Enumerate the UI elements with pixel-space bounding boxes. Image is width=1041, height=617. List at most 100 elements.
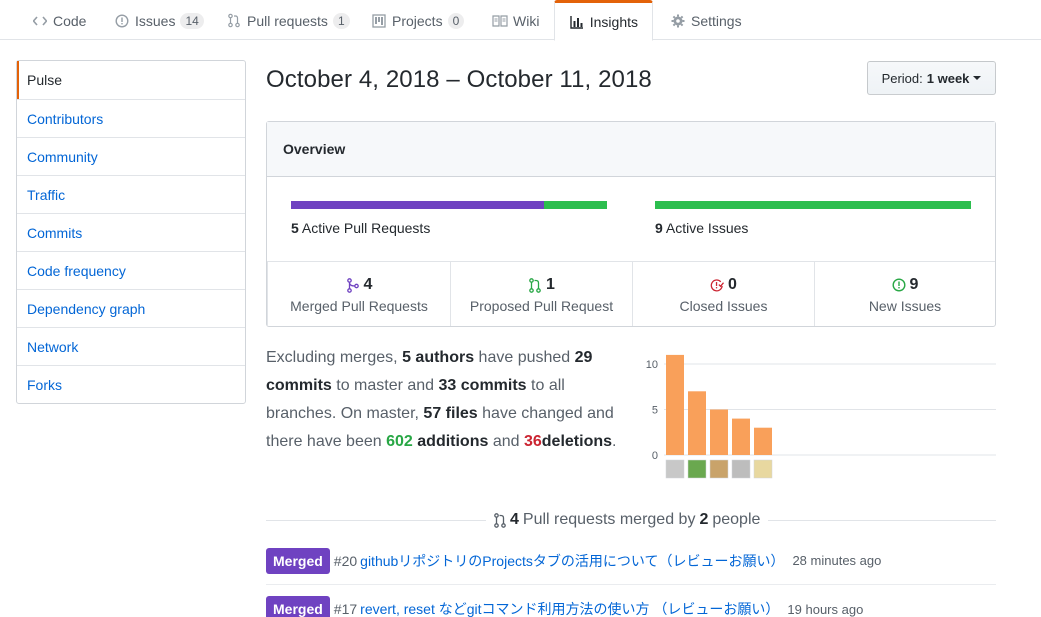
active-pull-requests-count: 5 xyxy=(291,220,299,236)
tab-label: Settings xyxy=(691,12,742,29)
merged-icon xyxy=(494,512,506,528)
merged-badge: Merged xyxy=(266,596,330,617)
closed-issues-stat[interactable]: 0 Closed Issues xyxy=(632,262,814,326)
graph-icon xyxy=(569,14,585,30)
all-commits-count: 33 commits xyxy=(438,377,527,394)
active-issues-count: 9 xyxy=(655,220,663,236)
pr-title-link[interactable]: githubリポジトリのProjectsタブの活用について（レビューお願い） xyxy=(360,551,784,571)
stat-value: 1 xyxy=(546,276,555,293)
deletions-count: 36 xyxy=(523,433,542,450)
chart-bar[interactable] xyxy=(688,391,706,455)
authors-count: 5 authors xyxy=(402,349,475,366)
new-issues-stat[interactable]: 9 New Issues xyxy=(814,262,995,326)
merged-pull-requests-heading: 4 Pull requests merged by 2 people xyxy=(486,511,769,529)
additions-count: 602 xyxy=(386,433,413,450)
pr-timestamp: 19 hours ago xyxy=(787,601,864,617)
projects-counter: 0 xyxy=(447,12,465,29)
tab-label: Projects xyxy=(392,12,443,29)
page-title: October 4, 2018 – October 11, 2018 xyxy=(266,66,652,93)
tab-code[interactable]: Code xyxy=(18,0,100,41)
pull-request-icon xyxy=(528,277,542,293)
chart-bar[interactable] xyxy=(754,427,772,455)
active-pull-requests-label: Active Pull Requests xyxy=(301,220,431,236)
issues-progress-bar[interactable] xyxy=(655,201,971,209)
pr-timestamp: 28 minutes ago xyxy=(792,553,882,568)
stat-value: 0 xyxy=(728,276,737,293)
tab-label: Code xyxy=(53,12,87,29)
code-icon xyxy=(32,13,48,29)
deletions-word: deletions xyxy=(541,433,613,450)
summary-text: have pushed xyxy=(478,349,571,366)
tab-projects[interactable]: Projects 0 xyxy=(357,0,478,41)
issue-icon xyxy=(114,13,130,29)
y-tick-label: 10 xyxy=(646,359,658,371)
active-issues-link[interactable]: 9 Active Issues xyxy=(655,220,748,236)
project-icon xyxy=(371,13,387,29)
sidebar-item-community[interactable]: Community xyxy=(17,137,245,175)
summary-text: . xyxy=(612,433,617,450)
issues-counter: 14 xyxy=(180,12,204,29)
sidebar-item-forks[interactable]: Forks xyxy=(17,365,245,403)
sidebar-item-code-frequency[interactable]: Code frequency xyxy=(17,251,245,289)
tab-settings[interactable]: Settings xyxy=(656,0,756,41)
avatar[interactable] xyxy=(687,459,707,479)
overview-bars: 5 Active Pull Requests 9 Active Issues xyxy=(267,177,995,262)
tab-pull-requests[interactable]: Pull requests 1 xyxy=(212,0,364,41)
caret-down-icon xyxy=(973,76,982,80)
merged-badge: Merged xyxy=(266,547,330,574)
merged-count: 4 xyxy=(510,511,519,528)
stat-label: Proposed Pull Request xyxy=(469,298,614,314)
pull-requests-progress-bar[interactable] xyxy=(291,201,607,209)
tab-insights[interactable]: Insights xyxy=(554,0,653,41)
tab-label: Insights xyxy=(589,13,638,30)
sidebar-item-network[interactable]: Network xyxy=(17,327,245,365)
active-issues-label: Active Issues xyxy=(665,220,749,236)
period-label: Period: xyxy=(881,70,923,86)
overview-title: Overview xyxy=(267,122,995,177)
list-item: Merged #20 githubリポジトリのProjectsタブの活用について… xyxy=(266,537,996,585)
stat-label: Closed Issues xyxy=(679,298,768,314)
tab-issues[interactable]: Issues 14 xyxy=(100,0,218,41)
tab-label: Pull requests xyxy=(247,12,328,29)
pull-requests-counter: 1 xyxy=(332,12,350,29)
merged-pull-requests-stat[interactable]: 4 Merged Pull Requests xyxy=(267,262,450,326)
proposed-pull-request-stat[interactable]: 1 Proposed Pull Request xyxy=(450,262,632,326)
sidebar-item-pulse[interactable]: Pulse xyxy=(17,61,245,99)
chart-bar[interactable] xyxy=(710,409,728,456)
book-icon xyxy=(492,13,508,29)
files-changed-count: 57 files xyxy=(423,405,478,422)
merged-segment xyxy=(291,201,544,209)
stat-value: 4 xyxy=(363,276,373,293)
merged-icon xyxy=(346,277,360,293)
summary-text: to master and xyxy=(336,377,435,394)
insights-sidebar: Pulse Contributors Community Traffic Com… xyxy=(16,60,246,404)
sidebar-item-traffic[interactable]: Traffic xyxy=(17,175,245,213)
sidebar-item-contributors[interactable]: Contributors xyxy=(17,99,245,137)
pr-title-link[interactable]: revert, reset などgitコマンド利用方法の使い方 （レビューお願い… xyxy=(360,599,779,617)
avatar[interactable] xyxy=(753,459,773,479)
sidebar-item-commits[interactable]: Commits xyxy=(17,213,245,251)
commits-by-author-chart: 10 5 0 xyxy=(646,354,996,479)
issue-opened-icon xyxy=(892,277,906,293)
merged-heading-text: Pull requests merged by xyxy=(522,511,696,528)
open-segment xyxy=(544,201,607,209)
sidebar-item-dependency-graph[interactable]: Dependency graph xyxy=(17,289,245,327)
chart-bar[interactable] xyxy=(666,354,684,455)
summary-text: and xyxy=(492,433,520,450)
avatar[interactable] xyxy=(709,459,729,479)
stat-value: 9 xyxy=(909,276,919,293)
y-tick-label: 5 xyxy=(652,405,658,417)
period-value: 1 week xyxy=(926,70,970,86)
pr-number: #17 xyxy=(333,601,358,617)
chart-bar[interactable] xyxy=(732,418,750,455)
period-dropdown-button[interactable]: Period: 1 week xyxy=(867,61,996,95)
avatar[interactable] xyxy=(665,459,685,479)
tab-wiki[interactable]: Wiki xyxy=(478,0,553,41)
avatar[interactable] xyxy=(731,459,751,479)
pull-request-icon xyxy=(226,13,242,29)
overview-box: Overview 5 Active Pull Requests 9 Active… xyxy=(266,121,996,327)
stat-label: New Issues xyxy=(868,298,942,314)
stat-label: Merged Pull Requests xyxy=(290,298,428,314)
tab-label: Issues xyxy=(135,12,176,29)
active-pull-requests-link[interactable]: 5 Active Pull Requests xyxy=(291,220,430,236)
